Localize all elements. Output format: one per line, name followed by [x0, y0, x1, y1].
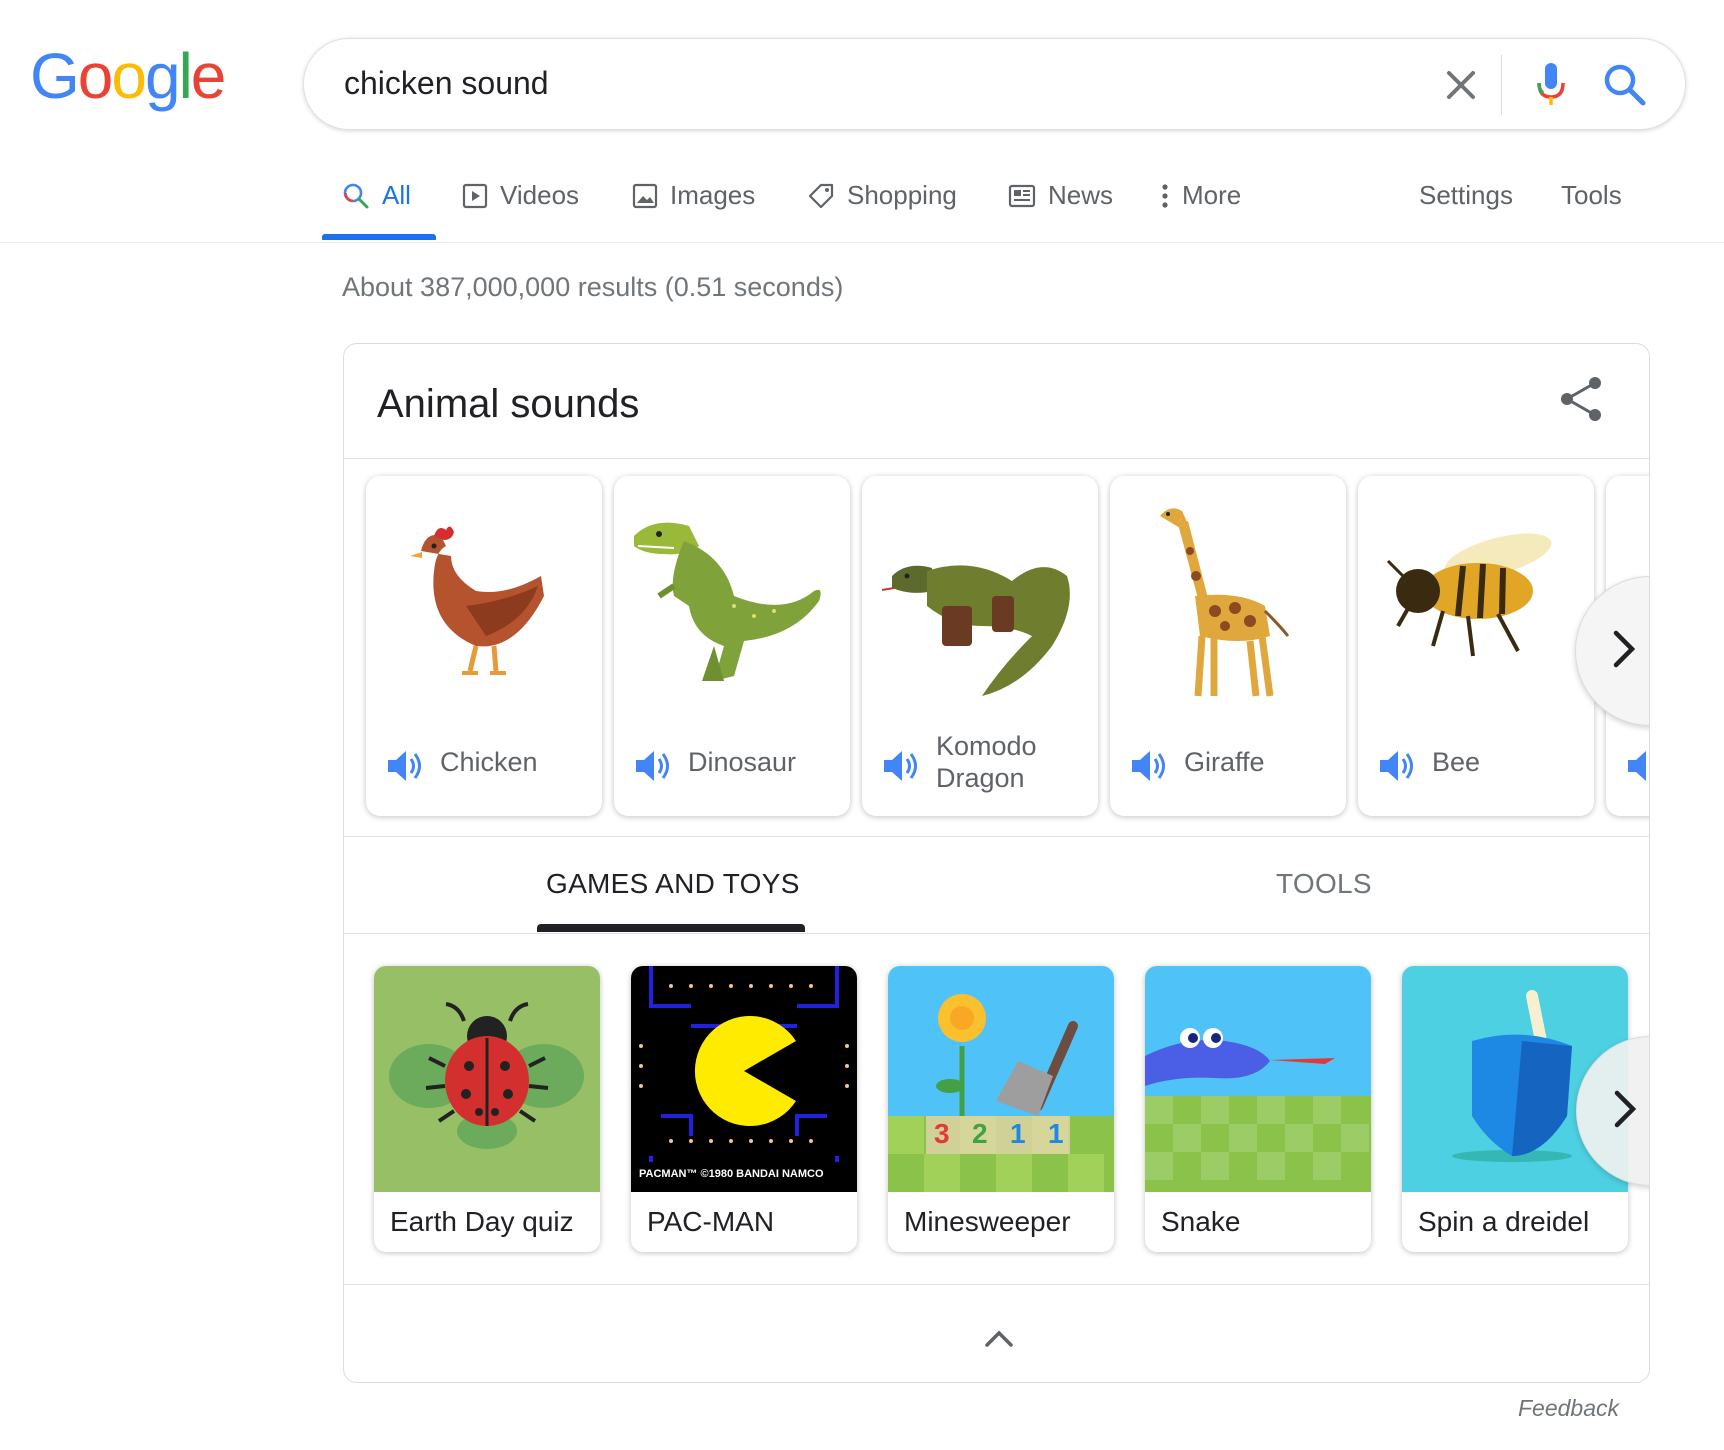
game-name: Snake [1161, 1206, 1241, 1237]
image-icon [632, 183, 658, 208]
tab-label: More [1182, 180, 1242, 210]
dinosaur-image [634, 522, 821, 681]
chevron-up-icon[interactable] [979, 1319, 1019, 1359]
bee-image [1386, 533, 1552, 657]
animal-name: Dinosaur [688, 747, 797, 777]
active-tab-indicator [322, 234, 436, 240]
speaker-icon[interactable] [384, 746, 424, 786]
animal-card-giraffe[interactable]: Giraffe [1110, 476, 1346, 816]
animal-name-line: Dragon [936, 763, 1025, 793]
snake-image [1145, 966, 1371, 1192]
animal-name: Chicken [440, 747, 538, 777]
animal-card-chicken[interactable]: Chicken [366, 476, 602, 816]
minesweeper-digit: 3 [934, 1118, 950, 1149]
animal-card-dinosaur[interactable]: Dinosaur [614, 476, 850, 816]
chevron-right-icon [1613, 630, 1636, 668]
speaker-icon[interactable] [1128, 746, 1168, 786]
logo-letter: o [111, 40, 147, 112]
animal-name: Bee [1432, 747, 1481, 777]
tab-more[interactable]: More [1160, 180, 1241, 211]
ladybug-image [374, 966, 600, 1192]
search-icon[interactable] [1599, 59, 1651, 111]
tab-label: News [1048, 180, 1114, 210]
animal-name-line: Komodo [936, 731, 1037, 761]
divider [344, 1284, 1649, 1285]
tab-label: Images [670, 180, 756, 210]
animal-name: Giraffe [1184, 747, 1265, 777]
search-input[interactable]: chicken sound [344, 65, 549, 102]
play-icon [462, 183, 488, 208]
speaker-icon[interactable] [632, 746, 672, 786]
speaker-icon[interactable] [1376, 746, 1416, 786]
tab-label: Videos [500, 180, 580, 210]
search-box[interactable]: chicken sound [303, 38, 1686, 130]
tab-label: All [382, 180, 411, 210]
divider [344, 836, 1649, 837]
game-name: PAC-MAN [647, 1206, 775, 1237]
game-name: Spin a dreidel [1418, 1206, 1590, 1237]
share-icon[interactable] [1555, 372, 1609, 426]
tab-images[interactable]: Images [632, 180, 755, 211]
speaker-icon[interactable] [1624, 746, 1650, 786]
newspaper-icon [1008, 184, 1036, 207]
minesweeper-image [888, 966, 1114, 1192]
pacman-copyright: PACMAN™ ©1980 BANDAI NAMCO [639, 1168, 824, 1180]
tab-label: Shopping [847, 180, 957, 210]
chicken-image [410, 526, 544, 675]
google-logo[interactable]: Google [30, 40, 227, 112]
divider [344, 933, 1649, 934]
game-name: Earth Day quiz [390, 1206, 574, 1237]
chevron-right-icon [1614, 1090, 1637, 1128]
animal-card-komodo-dragon[interactable]: Komodo Dragon [862, 476, 1098, 816]
feedback-link[interactable]: Feedback [1518, 1395, 1619, 1422]
minesweeper-digit: 2 [972, 1118, 988, 1149]
giraffe-image [1160, 508, 1290, 697]
games-carousel: Earth Day quiz PACMAN™ ©1980 BANDAI NAMC… [374, 966, 1649, 1256]
search-divider [1501, 55, 1502, 115]
clear-icon[interactable] [1437, 61, 1485, 109]
tools-label: Tools [1561, 180, 1622, 210]
logo-letter: o [77, 40, 114, 112]
game-card-snake[interactable]: Snake [1145, 966, 1371, 1252]
microphone-icon[interactable] [1523, 57, 1579, 113]
settings-link[interactable]: Settings [1419, 180, 1513, 211]
logo-letter: G [30, 40, 80, 112]
divider [344, 458, 1649, 459]
pacman-image [631, 966, 857, 1192]
animal-card-bee[interactable]: Bee [1358, 476, 1594, 816]
animal-name: Komodo Dragon [936, 730, 1086, 794]
game-card-minesweeper[interactable]: 3 2 1 1 Minesweeper [888, 966, 1114, 1252]
speaker-icon[interactable] [880, 746, 920, 786]
logo-letter: e [190, 40, 227, 112]
tools-link[interactable]: Tools [1561, 180, 1622, 211]
tab-videos[interactable]: Videos [462, 180, 579, 211]
result-stats: About 387,000,000 results (0.51 seconds) [342, 272, 844, 302]
minesweeper-digit: 1 [1010, 1118, 1026, 1149]
card-title: Animal sounds [377, 382, 640, 426]
game-name: Minesweeper [904, 1206, 1071, 1237]
komodo-dragon-image [881, 565, 1070, 696]
settings-label: Settings [1419, 180, 1513, 210]
logo-letter: l [178, 40, 193, 112]
tab-all[interactable]: All [342, 180, 411, 211]
tab-shopping[interactable]: Shopping [807, 180, 957, 211]
animal-sounds-card: Animal sounds Chicken Dinosaur Komodo Dr… [343, 343, 1650, 1383]
active-subtab-indicator [537, 924, 805, 932]
search-icon [343, 183, 369, 208]
game-card-earth-day-quiz[interactable]: Earth Day quiz [374, 966, 600, 1252]
game-card-pac-man[interactable]: PACMAN™ ©1980 BANDAI NAMCO PAC-MAN [631, 966, 857, 1252]
more-vert-icon [1162, 183, 1168, 208]
minesweeper-digit: 1 [1048, 1118, 1064, 1149]
tab-news[interactable]: News [1008, 180, 1113, 211]
subtab-tools[interactable]: TOOLS [1276, 868, 1372, 900]
subtab-games-and-toys[interactable]: GAMES AND TOYS [546, 868, 800, 900]
logo-letter: g [144, 40, 181, 112]
search-tabs: All Videos Images Shopping News More Set… [322, 170, 1724, 242]
tag-icon [808, 183, 834, 208]
animal-carousel: Chicken Dinosaur Komodo Dragon Giraffe B… [366, 476, 1650, 816]
header-divider [0, 242, 1724, 243]
